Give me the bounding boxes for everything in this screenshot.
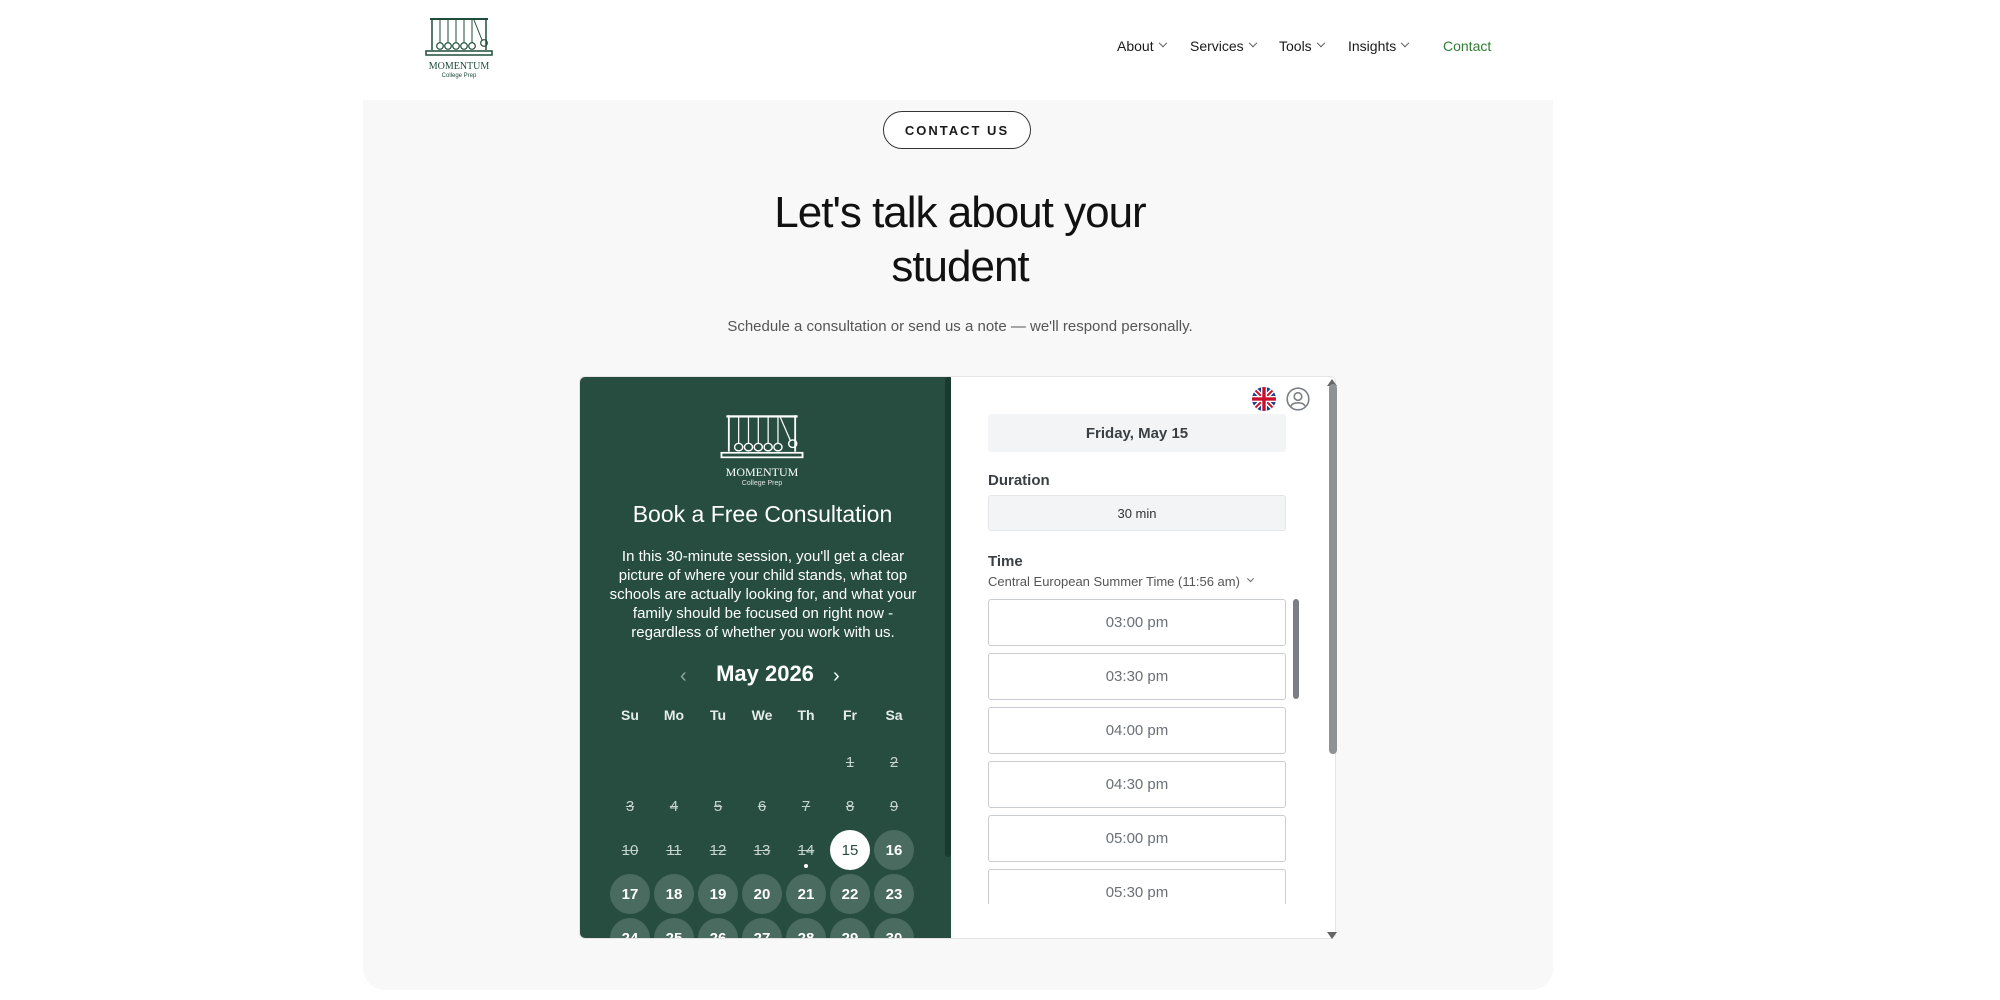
time-slot-list: 03:00 pm 03:30 pm 04:00 pm 04:30 pm 05:0… xyxy=(988,599,1288,904)
scroll-down-arrow-icon[interactable] xyxy=(1327,932,1337,939)
calendar-day[interactable]: 18 xyxy=(654,874,694,914)
calendar-day[interactable]: 23 xyxy=(874,874,914,914)
calendar-day: 4 xyxy=(669,797,679,815)
chevron-down-icon xyxy=(1401,38,1410,48)
site-header: MOMENTUM College Prep About Services Too… xyxy=(0,0,2000,100)
weekday-label: Tu xyxy=(709,707,727,723)
calendar-day[interactable]: 30 xyxy=(874,918,914,938)
chevron-right-icon[interactable]: › xyxy=(833,665,840,688)
time-slot[interactable]: 04:00 pm xyxy=(988,707,1286,754)
calendar-day: 14 xyxy=(786,830,826,870)
calendar-month-nav: ‹ May 2026 › xyxy=(580,661,945,691)
nav-services[interactable]: Services xyxy=(1190,38,1257,54)
calendar-day[interactable]: 26 xyxy=(698,918,738,938)
chevron-down-icon xyxy=(1246,575,1254,583)
calendar-day[interactable]: 19 xyxy=(698,874,738,914)
logo-subtitle: College Prep xyxy=(441,73,477,79)
booking-info-panel: MOMENTUM College Prep Book a Free Consul… xyxy=(580,377,951,938)
calendar-day[interactable]: 22 xyxy=(830,874,870,914)
timezone-value: Central European Summer Time (11:56 am) xyxy=(988,574,1240,589)
weekday-label: Fr xyxy=(843,707,857,723)
nav-insights[interactable]: Insights xyxy=(1348,38,1410,54)
nav-contact[interactable]: Contact xyxy=(1443,38,1491,54)
booking-logo: MOMENTUM College Prep xyxy=(719,413,805,491)
uk-flag-icon[interactable] xyxy=(1252,387,1276,411)
booking-title: Book a Free Consultation xyxy=(632,501,893,527)
timezone-select[interactable]: Central European Summer Time (11:56 am) xyxy=(988,574,1254,589)
calendar-day: 2 xyxy=(889,753,899,771)
weekday-label: Su xyxy=(621,707,639,723)
contact-us-pill: CONTACT US xyxy=(883,111,1031,149)
site-logo[interactable]: MOMENTUM College Prep xyxy=(424,16,494,80)
calendar-day: 13 xyxy=(753,841,771,859)
page-title: Let's talk about your student xyxy=(700,186,1220,294)
time-label: Time xyxy=(988,553,1023,570)
booking-logo-wordmark: MOMENTUM xyxy=(725,465,799,479)
booking-description: In this 30-minute session, you'll get a … xyxy=(609,548,917,641)
calendar-day[interactable]: 20 xyxy=(742,874,782,914)
page-title-line-2: student xyxy=(891,242,1029,291)
calendar-day: 9 xyxy=(889,797,899,815)
weekday-label: Th xyxy=(797,707,815,723)
calendar-day[interactable]: 29 xyxy=(830,918,870,938)
chevron-down-icon xyxy=(1248,38,1257,48)
calendar-day[interactable]: 27 xyxy=(742,918,782,938)
weekday-label: Sa xyxy=(885,707,903,723)
calendar-month-title: May 2026 xyxy=(716,661,814,686)
calendar-day: 1 xyxy=(845,753,855,771)
time-slot[interactable]: 03:30 pm xyxy=(988,653,1286,700)
selected-date: Friday, May 15 xyxy=(988,414,1286,452)
calendar-day[interactable]: 21 xyxy=(786,874,826,914)
nav-services-label: Services xyxy=(1190,38,1244,54)
calendar-day: 5 xyxy=(713,797,723,815)
booking-widget: MOMENTUM College Prep Book a Free Consul… xyxy=(579,376,1336,939)
page-title-line-1: Let's talk about your xyxy=(774,188,1146,237)
logo-wordmark: MOMENTUM xyxy=(428,61,490,72)
calendar-day[interactable]: 17 xyxy=(610,874,650,914)
calendar-day: 7 xyxy=(801,797,811,815)
weekday-label: Mo xyxy=(663,707,685,723)
calendar-day: 6 xyxy=(757,797,767,815)
nav-tools-label: Tools xyxy=(1279,38,1312,54)
nav-about-label: About xyxy=(1117,38,1154,54)
calendar-day-selected[interactable]: 15 xyxy=(830,830,870,870)
calendar-day[interactable]: 24 xyxy=(610,918,650,938)
duration-label: Duration xyxy=(988,472,1050,489)
calendar-day: 3 xyxy=(625,797,635,815)
calendar-day[interactable]: 28 xyxy=(786,918,826,938)
time-slot[interactable]: 04:30 pm xyxy=(988,761,1286,808)
time-slot-scrollbar[interactable] xyxy=(1293,599,1299,699)
newtons-cradle-icon xyxy=(425,18,493,56)
booking-slots-panel: Friday, May 15 Duration 30 min Time Cent… xyxy=(951,377,1335,938)
booking-logo-subtitle: College Prep xyxy=(741,480,783,487)
nav-insights-label: Insights xyxy=(1348,38,1397,54)
time-slot[interactable]: 03:00 pm xyxy=(988,599,1286,646)
nav-tools[interactable]: Tools xyxy=(1279,38,1325,54)
chevron-down-icon xyxy=(1316,38,1325,48)
user-circle-icon[interactable] xyxy=(1286,387,1310,411)
calendar-day: 11 xyxy=(666,841,682,859)
chevron-down-icon xyxy=(1158,38,1167,48)
calendar-day[interactable]: 16 xyxy=(874,830,914,870)
nav-contact-label: Contact xyxy=(1443,38,1492,54)
calendar-day: 8 xyxy=(845,797,855,815)
calendar-day: 12 xyxy=(709,841,727,859)
duration-option-30-min[interactable]: 30 min xyxy=(988,495,1286,531)
newtons-cradle-icon xyxy=(720,415,804,459)
nav-about[interactable]: About xyxy=(1117,38,1167,54)
time-slot[interactable]: 05:30 pm xyxy=(988,869,1286,904)
page-subtitle: Schedule a consultation or send us a not… xyxy=(727,318,1193,335)
calendar-day: 10 xyxy=(621,841,639,859)
calendar-day[interactable]: 25 xyxy=(654,918,694,938)
time-slot[interactable]: 05:00 pm xyxy=(988,815,1286,862)
widget-scrollbar[interactable] xyxy=(1329,384,1337,754)
weekday-label: We xyxy=(751,707,773,723)
chevron-left-icon[interactable]: ‹ xyxy=(680,665,687,688)
